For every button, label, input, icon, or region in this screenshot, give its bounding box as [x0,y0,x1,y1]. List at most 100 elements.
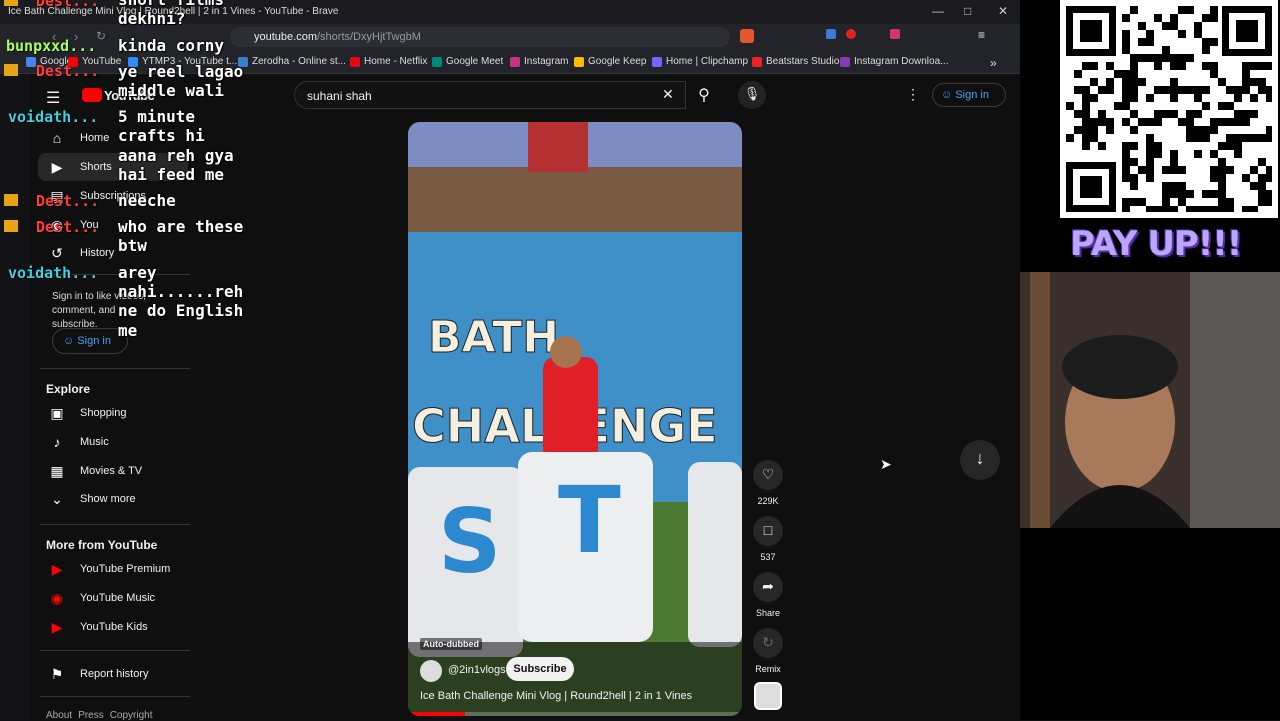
nav-label: YouTube Kids [80,621,148,633]
nav-label: YouTube Premium [80,563,171,575]
close-icon[interactable]: ✕ [998,4,1008,18]
youtube-music-icon: ◉ [50,589,64,606]
clear-search-icon[interactable]: ✕ [662,86,674,103]
subscribe-button[interactable]: Subscribe [506,657,574,681]
bookmark-label: Beatstars Studio [766,56,840,67]
youtube-kids-icon: ▶ [51,618,63,635]
chat-message: kinda corny [118,36,224,55]
bookmark-item[interactable]: Instagram Downloa... [840,56,949,67]
youtube-logo-icon[interactable] [82,88,102,102]
short-video-player[interactable]: BATH CHALLENGE S T Auto-dubbed @2in1vlog… [408,122,742,716]
user-circle-icon: ☺ [63,335,75,347]
url-host: youtube.com [254,31,317,43]
chevron-right-icon[interactable]: » [990,56,997,70]
bookmark-label: Home - Netflix [364,56,428,67]
chevron-down-icon: ⌄ [51,490,63,507]
chat-message: 5 minute [118,107,196,126]
chat-message: hai feed me [118,165,224,184]
nav-shopping[interactable]: ▣ Shopping [38,399,188,427]
footer-links: About Press Copyright [46,710,153,721]
heart-icon: ♡ [761,466,775,482]
nav-label: Shorts [80,161,112,173]
auto-dubbed-badge: Auto-dubbed [420,638,482,650]
bookmark-item[interactable]: Google Meet [432,56,503,67]
nav-history[interactable]: ↺ History [38,239,188,267]
flag-icon: ⚑ [50,665,64,682]
footer-link[interactable]: Copyright [110,710,153,721]
bookmark-label: Google Keep [588,56,647,67]
next-short-button[interactable]: ↓ [960,440,1000,480]
bookmark-item[interactable]: Home | Clipchamp [652,56,748,67]
like-button[interactable]: ♡ [753,460,783,490]
record-extension-icon[interactable] [846,29,856,39]
nav-youtube-music[interactable]: ◉ YouTube Music [38,584,188,612]
user-circle-icon: ☺ [941,89,953,101]
bookmark-item[interactable]: Instagram [510,56,568,67]
nav-youtube-kids[interactable]: ▶ YouTube Kids [38,613,188,641]
nav-movies[interactable]: ▦ Movies & TV [38,457,188,485]
like-count: 229K [757,496,779,506]
bookmark-label: Home | Clipchamp [666,56,749,67]
signin-button[interactable]: ☺ Sign in [52,328,128,354]
share-arrow-icon: ➦ [762,578,774,594]
nav-music[interactable]: ♪ Music [38,428,188,456]
sound-thumbnail[interactable] [754,682,782,710]
nav-label: Shopping [80,407,127,419]
footer-link[interactable]: About [46,710,72,721]
voice-search-button[interactable]: 🎙 [738,81,766,109]
chat-message: me [118,321,138,340]
movies-icon: ▦ [50,462,64,479]
chat-username: Dest... [36,0,100,10]
search-value: suhani shah [307,89,372,103]
search-input[interactable]: suhani shah [294,81,686,109]
nav-show-more[interactable]: ⌄ Show more [38,485,188,513]
minimize-icon[interactable]: — [932,4,944,18]
short-title[interactable]: Ice Bath Challenge Mini Vlog | Round2hel… [420,690,692,702]
chat-message: crafts hi [118,126,205,145]
extension-icon[interactable] [890,29,900,39]
comment-icon: □ [763,522,773,538]
bookmark-item[interactable]: Zerodha - Online st... [238,56,346,67]
pay-up-banner: PAY UP!!! [1070,224,1242,264]
channel-handle[interactable]: @2in1vlogs [448,664,506,676]
progress-fill [408,712,465,716]
signin-label: Sign in [77,335,111,347]
bookmark-item[interactable]: Home - Netflix [350,56,427,67]
chat-message: ye reel lagao [118,62,244,81]
nav-report-history[interactable]: ⚑ Report history [38,660,188,688]
maximize-icon[interactable]: □ [964,4,971,18]
header-signin-button[interactable]: ☺ Sign in [932,83,1006,107]
webcam-image [1020,272,1280,528]
bookmark-label: Zerodha - Online st... [252,56,346,67]
chat-username: Dest... [36,192,100,210]
share-label: Share [755,608,781,618]
brave-shield-icon[interactable] [740,29,754,43]
more-options-icon[interactable]: ⋮ [906,86,920,103]
comments-button[interactable]: □ [753,516,783,546]
channel-avatar[interactable] [420,660,442,682]
share-button[interactable]: ➦ [753,572,783,602]
extension-icon[interactable] [826,29,836,39]
chat-message: aana reh gya [118,146,234,165]
nav-youtube-premium[interactable]: ▶ YouTube Premium [38,555,188,583]
chat-badge-icon [4,0,18,6]
bookmark-label: Google Meet [446,56,504,67]
bookmark-label: Instagram Downloa... [854,56,949,67]
search-button[interactable]: ⚲ [686,81,722,109]
progress-track[interactable] [408,712,742,716]
url-input[interactable]: youtube.com/shorts/DxyHjtTwgbM [230,27,730,47]
reload-icon[interactable]: ↻ [96,29,106,43]
remix-label: Remix [755,664,781,674]
chat-message: btw [118,236,147,255]
side-panel-gutter [0,74,30,720]
remix-button[interactable]: ↻ [753,628,783,658]
footer-link[interactable]: Press [78,710,104,721]
bookmark-item[interactable]: Google Keep [574,56,646,67]
chat-badge-icon [4,194,18,206]
menu-icon[interactable]: ≡ [978,28,985,42]
nav-label: Report history [80,668,149,680]
hamburger-menu-icon[interactable]: ☰ [46,88,60,108]
stream-side-panel [1020,0,1280,720]
divider [40,524,190,525]
bookmark-item[interactable]: Beatstars Studio [752,56,839,67]
